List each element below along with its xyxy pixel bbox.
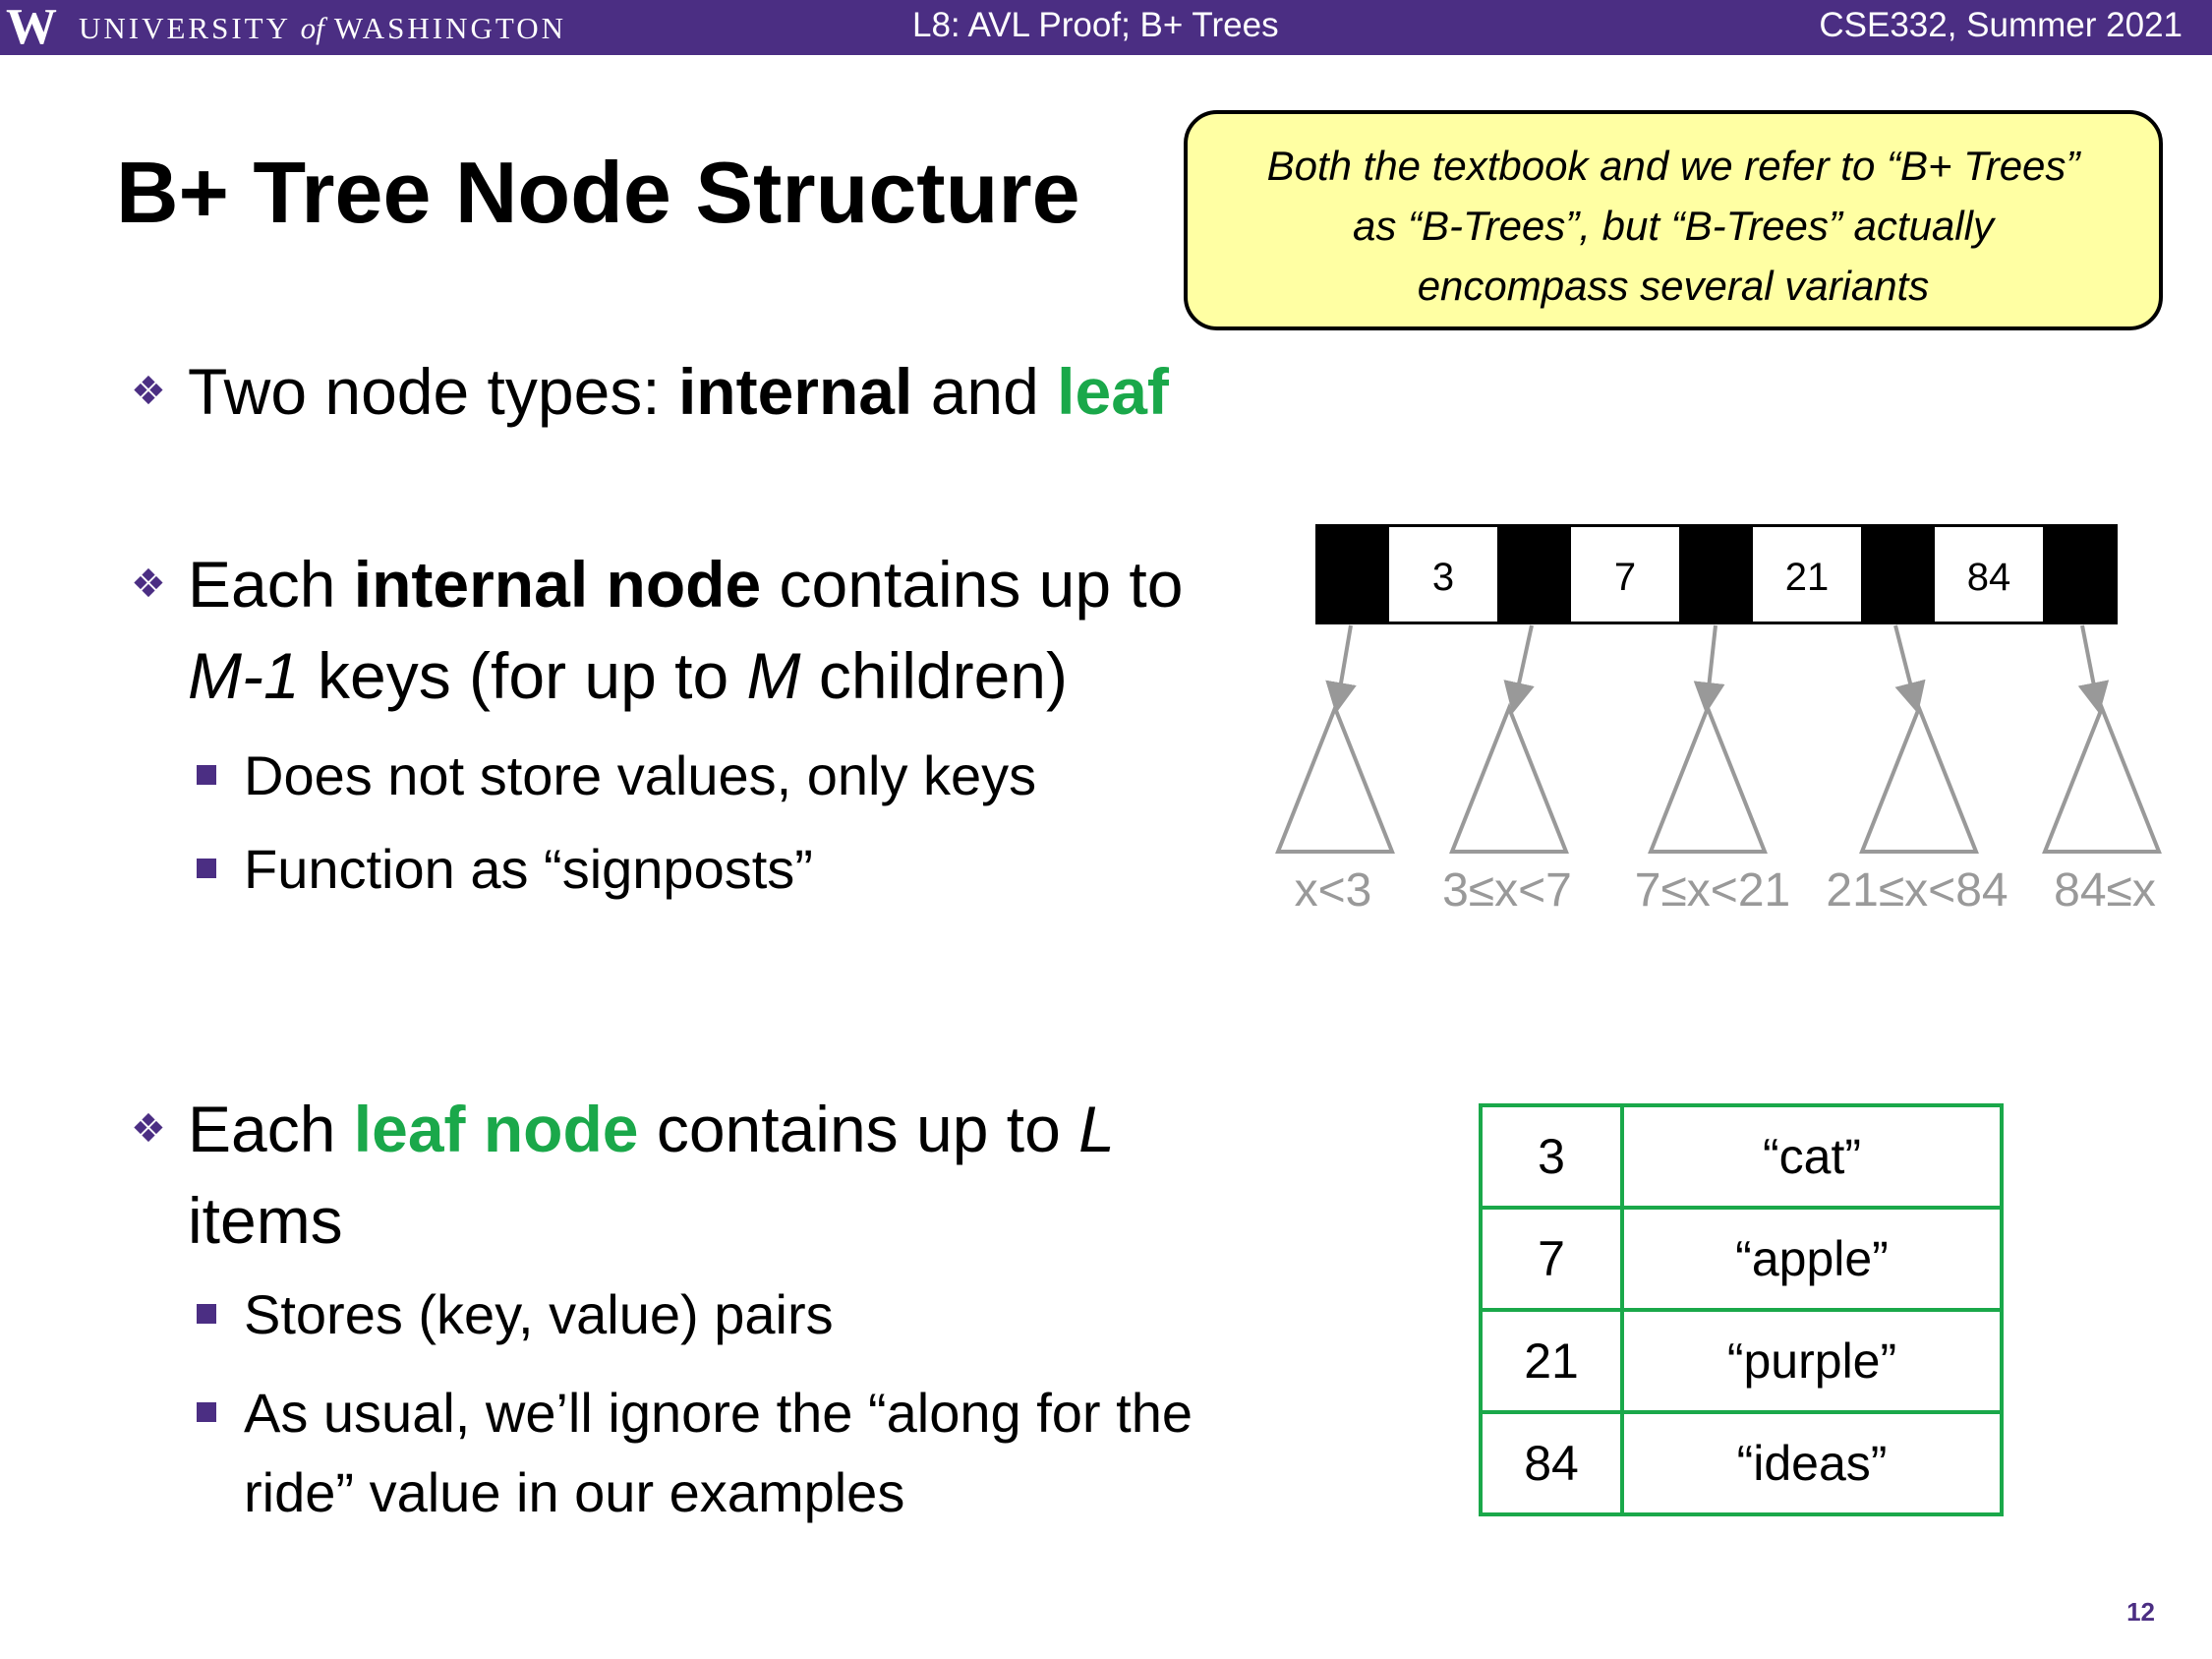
- subtree-triangle: [1859, 702, 1979, 854]
- leaf-value: “ideas”: [1620, 1410, 2004, 1516]
- child-pointer-arrow: [1503, 624, 1535, 714]
- node-key-4: 84: [1967, 556, 2011, 599]
- leaf-node-table: 3 “cat” 7 “apple” 21 “purple” 84 “ideas”: [1479, 1103, 2004, 1516]
- leaf-value: “purple”: [1620, 1308, 2004, 1414]
- child-pointer-arrow: [1893, 624, 1926, 714]
- table-row: 84 “ideas”: [1479, 1410, 2004, 1516]
- subtree-triangle: [1449, 702, 1569, 854]
- table-row: 3 “cat”: [1479, 1103, 2004, 1210]
- range-label-3: 7≤x<21: [1635, 864, 1790, 917]
- child-pointer-arrow: [1693, 624, 1725, 714]
- subtree-triangle: [2042, 702, 2162, 854]
- leaf-key: 7: [1479, 1206, 1624, 1312]
- node-key-1: 3: [1432, 556, 1454, 599]
- leaf-key: 84: [1479, 1410, 1624, 1516]
- node-key-2: 7: [1614, 556, 1636, 599]
- child-pointer-arrow: [1325, 624, 1357, 714]
- range-label-1: x<3: [1295, 864, 1372, 917]
- leaf-key: 21: [1479, 1308, 1624, 1414]
- table-row: 21 “purple”: [1479, 1308, 2004, 1414]
- leaf-value: “apple”: [1620, 1206, 2004, 1312]
- leaf-key: 3: [1479, 1103, 1624, 1210]
- range-label-4: 21≤x<84: [1826, 864, 2008, 917]
- leaf-value: “cat”: [1620, 1103, 2004, 1210]
- node-key-3: 21: [1785, 556, 1830, 599]
- range-label-5: 84≤x: [2054, 864, 2156, 917]
- subtree-triangle: [1648, 702, 1768, 854]
- child-pointer-arrow: [2077, 624, 2110, 714]
- subtree-triangle: [1275, 702, 1395, 854]
- table-row: 7 “apple”: [1479, 1206, 2004, 1312]
- range-label-2: 3≤x<7: [1442, 864, 1572, 917]
- page-number: 12: [2126, 1597, 2155, 1627]
